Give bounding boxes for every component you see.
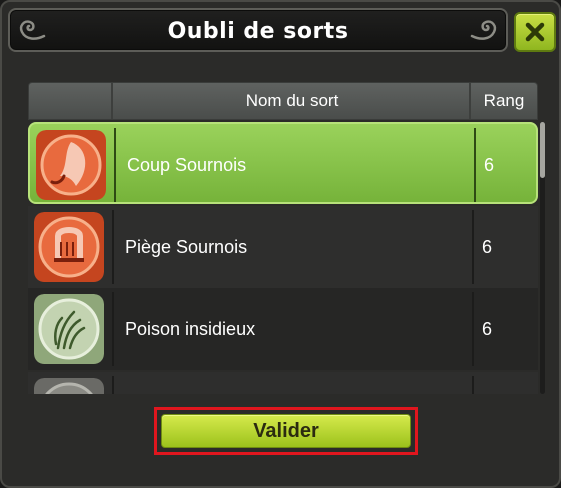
validate-button[interactable]: Valider [161, 414, 411, 448]
validate-highlight: Valider [154, 407, 418, 455]
spell-table: Nom du sort Rang Coup Sournois 6 Piège S… [28, 82, 538, 394]
row-divider [114, 128, 116, 202]
spell-name: Poison insidieux [125, 319, 256, 339]
close-button[interactable] [514, 12, 556, 52]
table-header: Nom du sort Rang [28, 82, 538, 120]
header-rank[interactable]: Rang [473, 83, 535, 119]
table-row[interactable]: Coup Sournois 6 [28, 122, 538, 204]
spell-forget-dialog: Oubli de sorts Nom du sort Rang Coup Sou… [0, 0, 561, 488]
row-divider [112, 376, 114, 394]
ornament-right-icon [470, 20, 497, 40]
table-row[interactable]: Poison insidieux 6 [28, 288, 538, 370]
title-bar: Oubli de sorts [8, 8, 508, 52]
header-spell-name[interactable]: Nom du sort [115, 83, 471, 119]
row-divider [112, 292, 114, 366]
row-divider [472, 376, 474, 394]
dialog-title: Oubli de sorts [167, 19, 349, 44]
table-row[interactable] [28, 372, 538, 394]
row-divider [472, 210, 474, 284]
close-icon [525, 22, 545, 42]
spell-icon-partial [34, 378, 104, 394]
spell-name: Piège Sournois [125, 237, 248, 257]
spell-list-scrollbar[interactable] [540, 122, 545, 394]
poison-insidieux-icon [34, 294, 104, 364]
row-divider [112, 210, 114, 284]
coup-sournois-icon [36, 130, 106, 200]
piege-sournois-icon [34, 212, 104, 282]
header-icon-column [29, 83, 113, 119]
row-divider [472, 292, 474, 366]
spell-name: Coup Sournois [127, 155, 247, 175]
spell-rank: 6 [482, 237, 493, 257]
scrollbar-thumb[interactable] [540, 122, 545, 178]
spell-rank: 6 [484, 155, 495, 175]
spell-rank: 6 [482, 319, 493, 339]
table-row[interactable]: Piège Sournois 6 [28, 206, 538, 288]
row-divider [474, 128, 476, 202]
